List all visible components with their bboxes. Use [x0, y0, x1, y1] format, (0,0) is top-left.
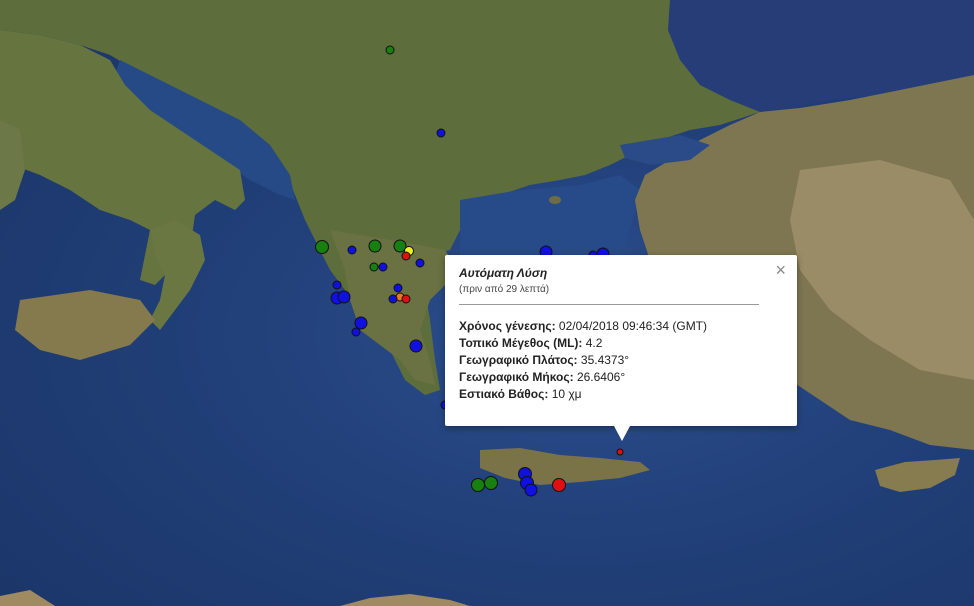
- earthquake-marker-red[interactable]: [401, 251, 411, 261]
- depth-value: 10 χμ: [551, 387, 582, 401]
- longitude-row: Γεωγραφικό Μήκος: 26.6406°: [459, 369, 783, 386]
- africa-coast: [340, 594, 470, 606]
- earthquake-marker-red[interactable]: [552, 478, 566, 492]
- info-popup: × Αυτόματη Λύση (πριν από 29 λεπτά) Χρόν…: [445, 255, 797, 441]
- origin-time-row: Χρόνος γένεσης: 02/04/2018 09:46:34 (GMT…: [459, 318, 783, 335]
- longitude-label: Γεωγραφικό Μήκος:: [459, 370, 574, 384]
- earthquake-marker-green[interactable]: [484, 476, 498, 490]
- magnitude-value: 4.2: [585, 336, 603, 350]
- earthquake-marker-blue[interactable]: [415, 258, 425, 268]
- depth-label: Εστιακό Βάθος:: [459, 387, 549, 401]
- earthquake-marker-blue[interactable]: [347, 245, 357, 255]
- island-3: [549, 196, 561, 204]
- earthquake-marker-green[interactable]: [369, 262, 379, 272]
- africa-coast-2: [0, 590, 55, 606]
- popup-subtitle: (πριν από 29 λεπτά): [459, 284, 550, 295]
- earthquake-marker-blue[interactable]: [337, 290, 351, 304]
- earthquake-marker-blue[interactable]: [378, 262, 388, 272]
- earthquake-marker-blue[interactable]: [351, 327, 361, 337]
- earthquake-marker-green[interactable]: [368, 239, 382, 253]
- latitude-value: 35.4373°: [580, 353, 630, 367]
- cyprus: [875, 458, 960, 492]
- popup-divider: [459, 304, 759, 305]
- earthquake-marker-blue[interactable]: [436, 128, 446, 138]
- map-view[interactable]: × Αυτόματη Λύση (πριν από 29 λεπτά) Χρόν…: [0, 0, 974, 606]
- earthquake-marker-green[interactable]: [385, 45, 395, 55]
- popup-title: Αυτόματη Λύση: [459, 266, 548, 280]
- longitude-value: 26.6406°: [576, 370, 626, 384]
- earthquake-marker-red[interactable]: [616, 448, 624, 456]
- magnitude-label: Τοπικό Μέγεθος (ML):: [459, 336, 583, 350]
- earthquake-marker-blue[interactable]: [332, 280, 342, 290]
- earthquake-marker-blue[interactable]: [524, 483, 538, 497]
- earthquake-marker-red[interactable]: [401, 294, 411, 304]
- earthquake-marker-green[interactable]: [315, 240, 329, 254]
- earthquake-marker-green[interactable]: [471, 478, 485, 492]
- origin-time-label: Χρόνος γένεσης:: [459, 319, 556, 333]
- crete: [480, 448, 650, 485]
- earthquake-marker-blue[interactable]: [409, 339, 423, 353]
- sicily: [15, 290, 155, 360]
- latitude-row: Γεωγραφικό Πλάτος: 35.4373°: [459, 352, 783, 369]
- earthquake-marker-blue[interactable]: [388, 294, 398, 304]
- magnitude-row: Τοπικό Μέγεθος (ML): 4.2: [459, 335, 783, 352]
- popup-pointer: [614, 426, 630, 441]
- close-icon[interactable]: ×: [775, 260, 786, 280]
- origin-time-value: 02/04/2018 09:46:34 (GMT): [558, 319, 708, 333]
- depth-row: Εστιακό Βάθος: 10 χμ: [459, 386, 783, 403]
- earthquake-marker-blue[interactable]: [393, 283, 403, 293]
- latitude-label: Γεωγραφικό Πλάτος:: [459, 353, 578, 367]
